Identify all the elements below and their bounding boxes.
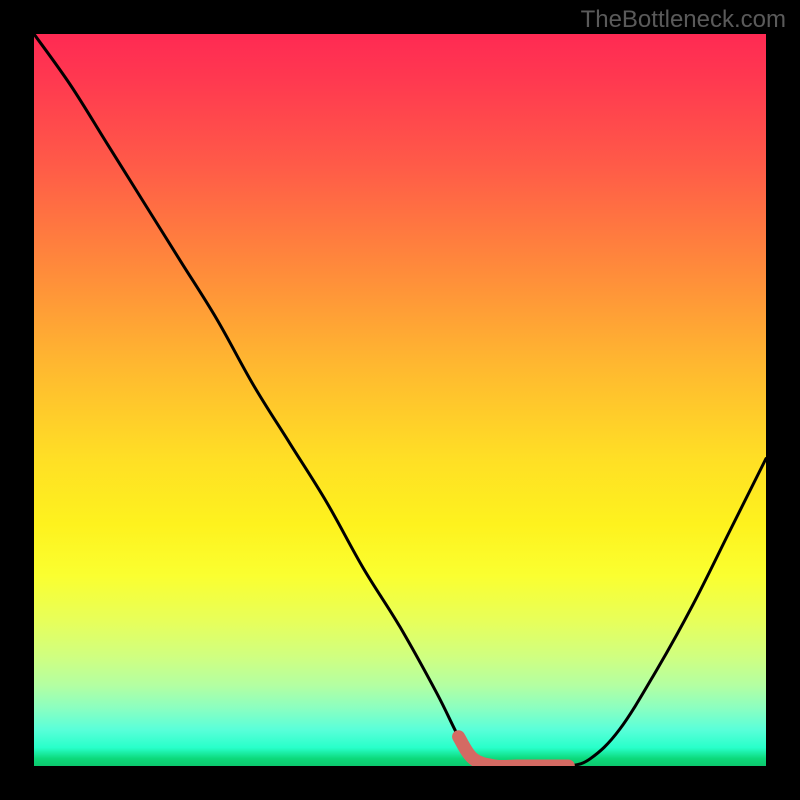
chart-container: TheBottleneck.com: [0, 0, 800, 800]
curve-svg: [34, 34, 766, 766]
plot-area: [34, 34, 766, 766]
bottleneck-curve: [34, 34, 766, 766]
watermark-text: TheBottleneck.com: [581, 6, 786, 34]
curve-layer: [34, 34, 766, 766]
highlight-layer: [459, 737, 569, 766]
highlight-segment: [459, 737, 569, 766]
